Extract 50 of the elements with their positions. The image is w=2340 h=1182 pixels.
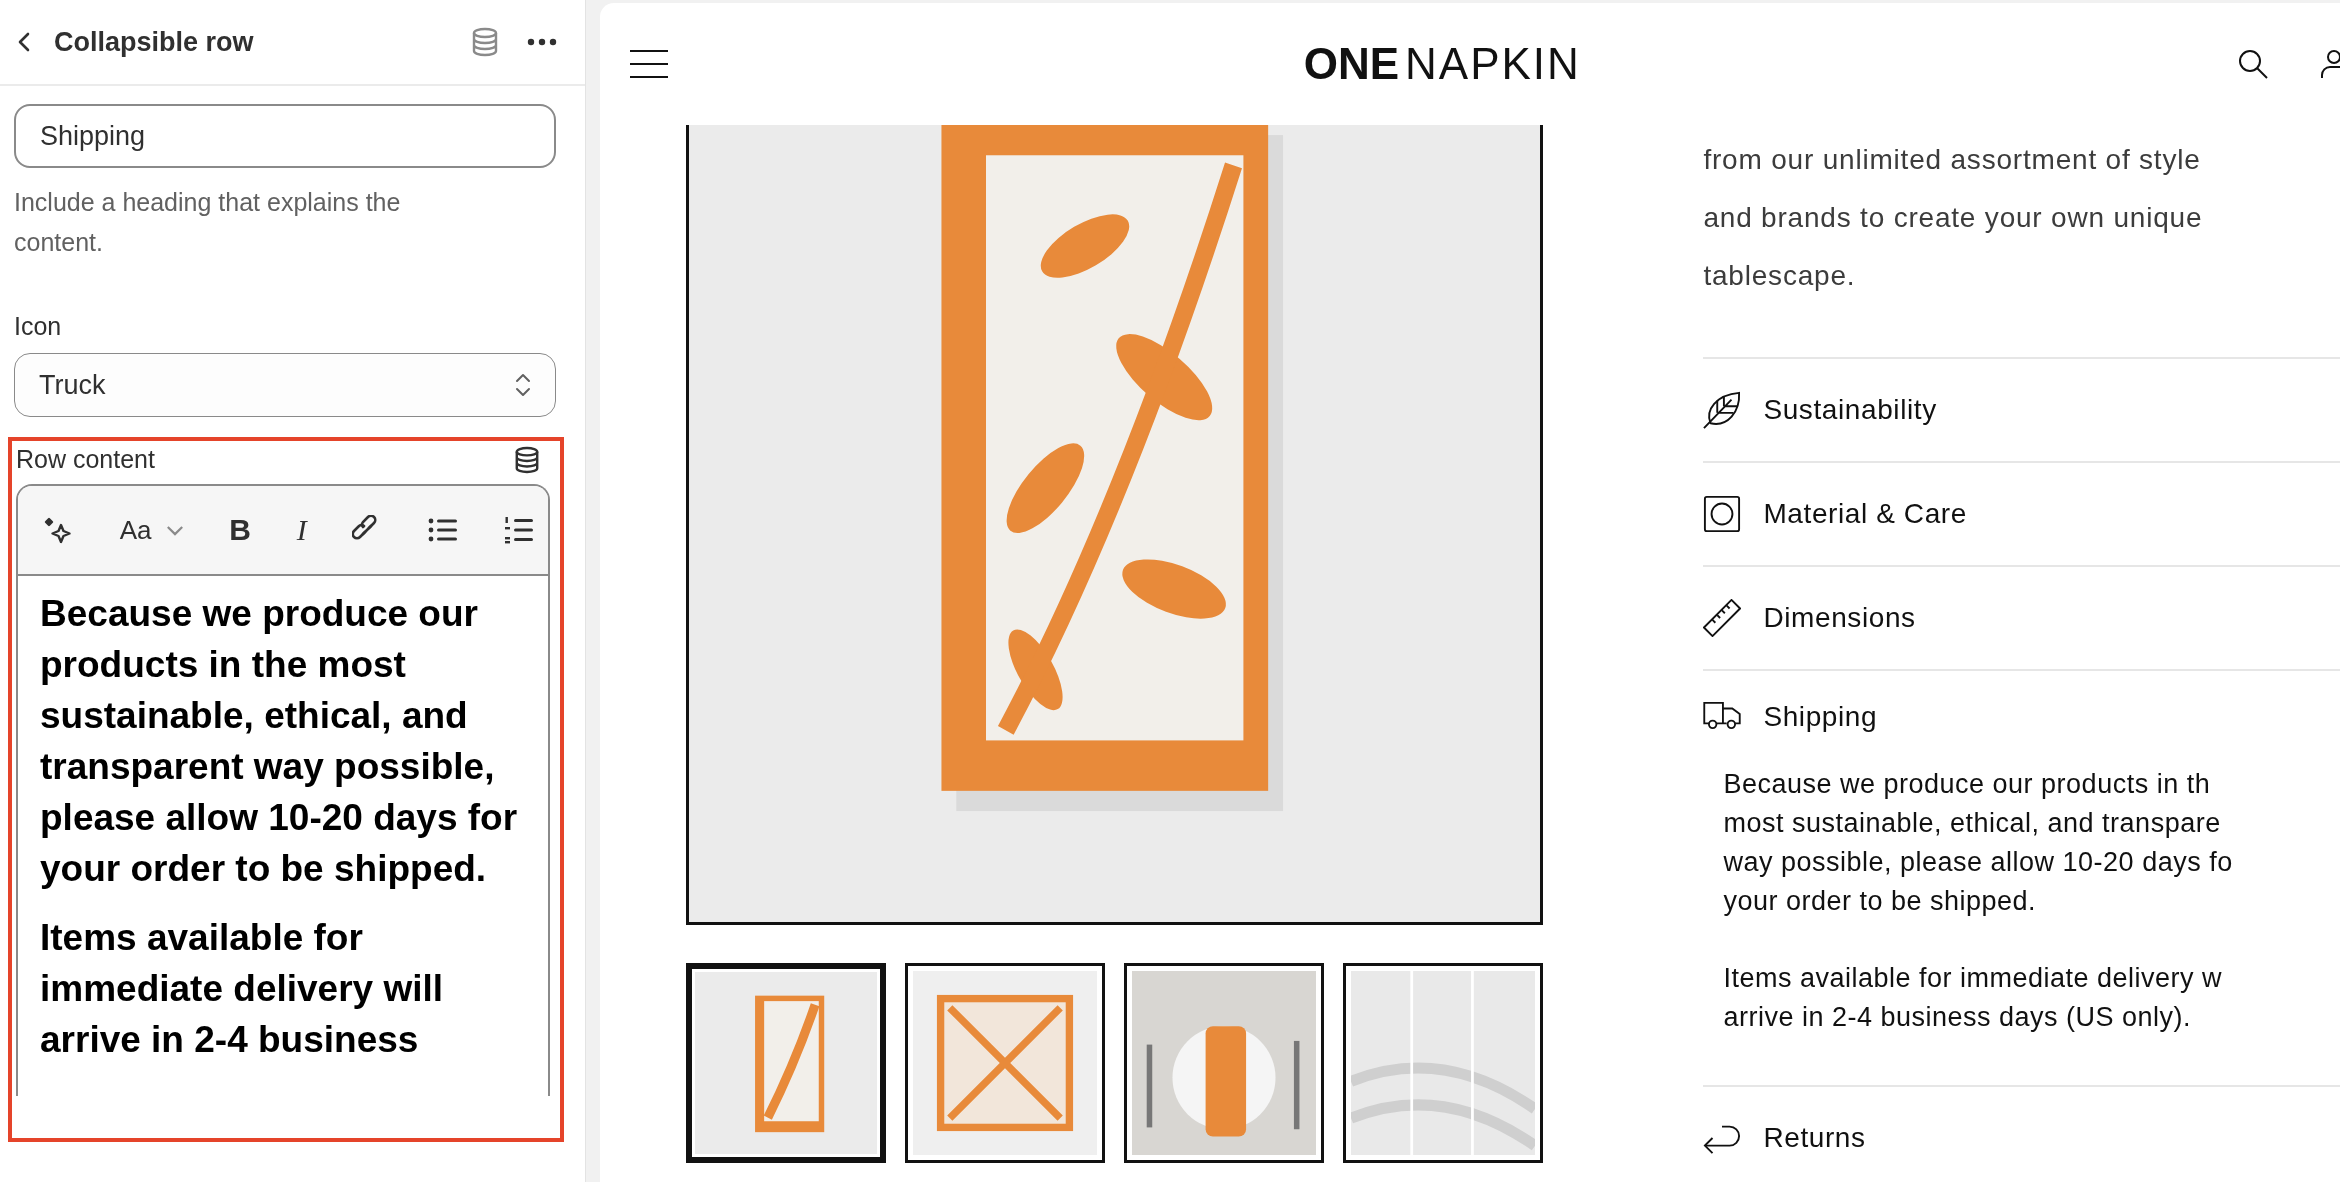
panel-title: Collapsible row [54,26,255,58]
database-icon[interactable] [514,445,540,474]
more-icon[interactable] [527,38,557,46]
thumbnail[interactable] [686,963,886,1163]
ruler-icon [1703,599,1742,637]
accordion-title: Sustainability [1763,394,1937,426]
accordion-title: Shipping [1763,701,1878,733]
shipping-text-line: Because we produce our products in th [1723,768,2212,801]
account-icon[interactable] [2320,49,2340,79]
back-icon[interactable] [18,32,30,52]
field-label: Icon [14,312,63,341]
shipping-text-line: most sustainable, ethical, and transpare [1723,807,2222,840]
shipping-text-line: arrive in 2-4 business days (US only). [1723,1001,2193,1034]
italic-button[interactable]: I [296,513,307,547]
leaf-icon [1703,391,1742,429]
chevron-down-icon [165,524,184,536]
field-label: Row content [16,445,155,474]
up-down-chevron-icon [515,372,531,398]
accordion-title: Returns [1763,1122,1866,1154]
numbered-list-icon[interactable] [504,516,534,544]
sparkle-icon[interactable] [44,515,74,545]
shipping-text-line: Items available for immediate delivery w [1723,962,2224,995]
editor-paragraph: Items available for immediate delivery will arrive in 2-4 business [40,916,445,1062]
truck-icon [1703,701,1742,729]
bullet-list-icon[interactable] [428,517,459,543]
description-line: from our unlimited assortment of style [1703,143,2202,177]
thumbnail[interactable] [905,963,1105,1163]
icon-select[interactable]: Truck [14,353,556,417]
accordion-header[interactable]: Dimensions [1703,567,2340,669]
accordion-title: Dimensions [1763,602,1916,634]
shipping-text-line: your order to be shipped. [1723,885,2038,918]
text-style-button[interactable]: Aa [119,514,184,546]
store-logo[interactable]: ONE NAPKIN [1303,39,1581,89]
shipping-text-line: way possible, please allow 10-20 days fo [1723,846,2234,879]
rich-text-editor[interactable] [16,484,550,1096]
search-icon[interactable] [2238,49,2268,79]
menu-icon[interactable] [630,49,668,79]
thumbnail[interactable] [1343,963,1543,1163]
heading-input[interactable]: Shipping [14,104,556,168]
accordion-title: Material & Care [1763,498,1967,530]
thumbnail[interactable] [1124,963,1324,1163]
accordion-header[interactable]: Shipping [1703,671,2340,751]
accordion-header[interactable]: Material & Care [1703,463,2340,565]
description-line: and brands to create your own unique [1703,201,2204,235]
bold-button[interactable]: B [229,513,251,547]
accordion-header[interactable]: Sustainability [1703,359,2340,461]
accordion-header[interactable]: Returns [1703,1087,2340,1182]
help-text: Include a heading that explains the content. [14,187,402,258]
editor-paragraph: Because we produce our products in the most sustainable, ethical, and transparent way possible, please allow 10-20 days for your order to be shipped. [40,592,519,891]
description-line: tablescape. [1703,259,1857,293]
